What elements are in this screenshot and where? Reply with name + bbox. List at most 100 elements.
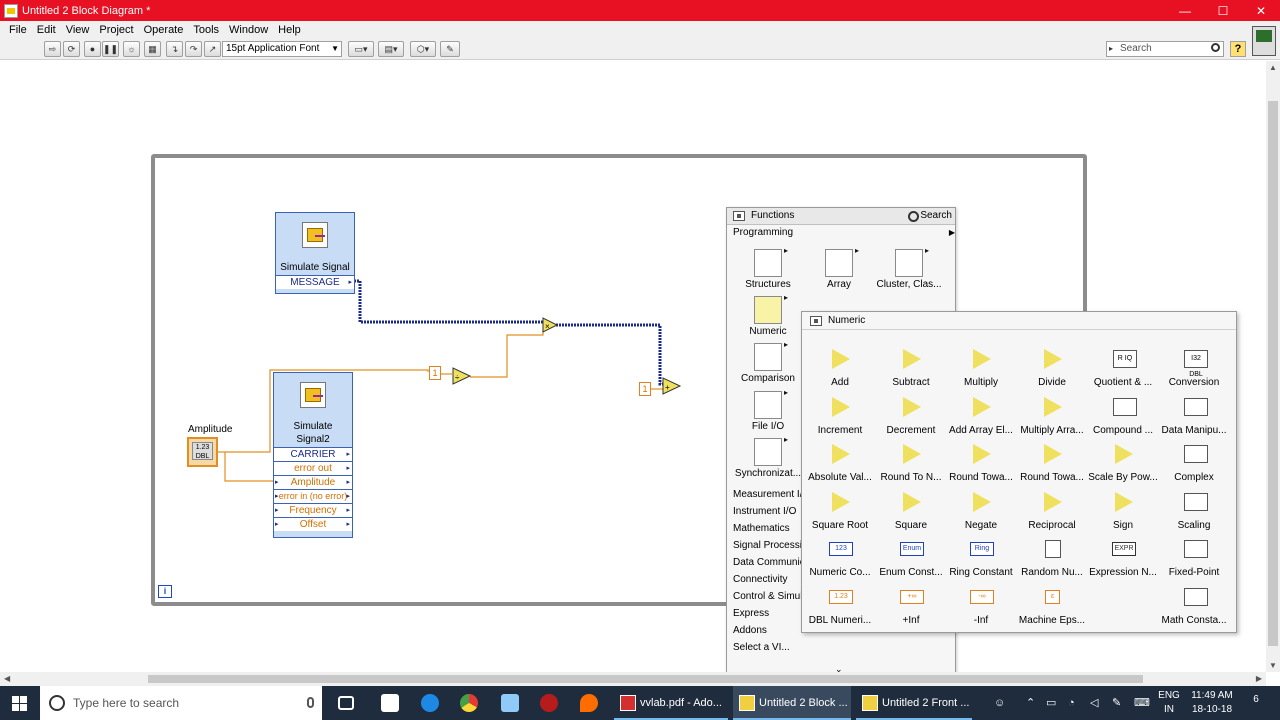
numeric-item-increment[interactable]: Increment xyxy=(804,395,876,436)
loop-iteration-terminal[interactable]: i xyxy=(158,585,172,598)
pin-icon[interactable] xyxy=(733,211,745,221)
numeric-item-quotient[interactable]: R IQ Quotient & ... xyxy=(1087,347,1159,388)
numeric-constant-2[interactable]: 1 xyxy=(639,382,651,396)
edge-icon[interactable] xyxy=(421,694,439,712)
numeric-item-square[interactable]: Square xyxy=(875,490,947,531)
volume-icon[interactable]: ◁ xyxy=(1090,686,1098,720)
numeric-item-multiply[interactable]: Multiply xyxy=(945,347,1017,388)
menu-project[interactable]: Project xyxy=(94,24,138,36)
help-button[interactable]: ? xyxy=(1230,41,1246,57)
battery-icon[interactable]: ▭ xyxy=(1046,686,1056,720)
palette-item-numeric[interactable]: Numeric xyxy=(732,293,804,337)
amplitude-control[interactable]: 1.23 DBL xyxy=(187,437,218,467)
taskbar-search-input[interactable]: Type here to search xyxy=(40,686,322,720)
menu-file[interactable]: File xyxy=(4,24,32,36)
horizontal-scrollbar[interactable]: ◀ ▶ xyxy=(0,672,1266,686)
palette-item-cluster[interactable]: Cluster, Clas... xyxy=(873,246,945,290)
microphone-icon[interactable] xyxy=(307,697,314,708)
run-icon[interactable]: ⇨ xyxy=(44,41,61,57)
carrier-terminal[interactable]: CARRIER xyxy=(274,447,352,461)
frequency-terminal[interactable]: Frequency xyxy=(274,503,352,517)
numeric-item-absolute[interactable]: Absolute Val... xyxy=(804,442,876,483)
calculator-icon[interactable] xyxy=(381,694,399,712)
palette-item-synchronization[interactable]: Synchronizat... xyxy=(732,435,804,479)
pen-icon[interactable]: ✎ xyxy=(1112,686,1121,720)
distribute-objects-icon[interactable]: ▤▾ xyxy=(378,41,404,57)
numeric-constant-1[interactable]: 1 xyxy=(429,366,441,380)
offset-terminal[interactable]: Offset xyxy=(274,517,352,531)
numeric-item-divide[interactable]: Divide xyxy=(1016,347,1088,388)
numeric-item-math-constants[interactable]: Math Consta... xyxy=(1158,585,1230,626)
pause-icon[interactable]: ❚❚ xyxy=(102,41,119,57)
numeric-item-machine-epsilon[interactable]: ε Machine Eps... xyxy=(1016,585,1088,626)
vi-icon[interactable] xyxy=(1252,26,1276,56)
media-player-icon[interactable] xyxy=(540,694,558,712)
simulate-signal-vi[interactable]: Simulate Signal MESSAGE xyxy=(275,212,355,294)
numeric-item-round-nearest[interactable]: Round To N... xyxy=(875,442,947,483)
palette-item-structures[interactable]: Structures xyxy=(732,246,804,290)
action-center-icon[interactable]: 6 xyxy=(1244,694,1268,712)
abort-icon[interactable]: ● xyxy=(84,41,101,57)
step-out-icon[interactable]: ↗ xyxy=(204,41,221,57)
subcategory-select-a-vi[interactable]: Select a VI... xyxy=(733,639,826,656)
amplitude-terminal[interactable]: Amplitude xyxy=(274,475,352,489)
numeric-item-enum-constant[interactable]: Enum Enum Const... xyxy=(875,537,947,578)
pin-icon[interactable] xyxy=(810,316,822,326)
programming-category[interactable]: Programming ▶ xyxy=(733,225,955,241)
show-hidden-icons-icon[interactable]: ⌃ xyxy=(1026,686,1035,720)
clean-up-diagram-icon[interactable]: ✎ xyxy=(440,41,460,57)
message-terminal[interactable]: MESSAGE xyxy=(276,275,354,289)
scroll-left-icon[interactable]: ◀ xyxy=(4,674,10,683)
align-objects-icon[interactable]: ▭▾ xyxy=(348,41,374,57)
palette-item-array[interactable]: Array xyxy=(803,246,875,290)
retain-wire-values-icon[interactable]: ▦ xyxy=(144,41,161,57)
numeric-item-pos-inf[interactable]: +∞ +Inf xyxy=(875,585,947,626)
numeric-item-compound[interactable]: Compound ... xyxy=(1087,395,1159,436)
numeric-item-neg-inf[interactable]: -∞ -Inf xyxy=(945,585,1017,626)
task-vvlab-pdf[interactable]: vvlab.pdf - Ado... xyxy=(614,686,728,720)
numeric-item-conversion[interactable]: I32 DBLConversion xyxy=(1158,347,1230,388)
numeric-item-random-number[interactable]: Random Nu... xyxy=(1016,537,1088,578)
scroll-down-icon[interactable]: ▼ xyxy=(1269,661,1277,670)
task-view-icon[interactable] xyxy=(338,696,354,710)
vertical-scrollbar[interactable]: ▲ ▼ xyxy=(1266,61,1280,672)
numeric-item-square-root[interactable]: Square Root xyxy=(804,490,876,531)
menu-operate[interactable]: Operate xyxy=(139,24,189,36)
numeric-item-dbl-constant[interactable]: 1.23 DBL Numeri... xyxy=(804,585,876,626)
palette-search-button[interactable]: Search xyxy=(906,209,952,223)
numeric-item-expression-node[interactable]: EXPR Expression N... xyxy=(1087,537,1159,578)
paint-icon[interactable] xyxy=(580,694,598,712)
highlight-execution-icon[interactable]: ☼ xyxy=(123,41,140,57)
menu-tools[interactable]: Tools xyxy=(188,24,224,36)
input-language[interactable]: ENG IN xyxy=(1157,689,1181,717)
search-input[interactable]: ▸ Search xyxy=(1106,41,1224,57)
reorder-icon[interactable]: ⬡▾ xyxy=(410,41,436,57)
numeric-item-decrement[interactable]: Decrement xyxy=(875,395,947,436)
numeric-item-scaling[interactable]: Scaling xyxy=(1158,490,1230,531)
menu-view[interactable]: View xyxy=(61,24,95,36)
keyboard-icon[interactable]: ⌨ xyxy=(1134,686,1150,720)
numeric-item-multiply-array[interactable]: Multiply Arra... xyxy=(1016,395,1088,436)
numeric-item-add-array[interactable]: Add Array El... xyxy=(945,395,1017,436)
minimize-button[interactable]: — xyxy=(1166,0,1204,21)
numeric-item-add[interactable]: Add xyxy=(804,347,876,388)
task-block-diagram[interactable]: Untitled 2 Block ... xyxy=(733,686,851,720)
network-icon[interactable]: ◔ xyxy=(1068,686,1075,720)
people-icon[interactable]: ☺ xyxy=(994,686,1005,720)
numeric-item-data-manipulation[interactable]: Data Manipu... xyxy=(1158,395,1230,436)
numeric-item-ring-constant[interactable]: Ring Ring Constant xyxy=(945,537,1017,578)
run-continuously-icon[interactable]: ⟳ xyxy=(63,41,80,57)
step-into-icon[interactable]: ↴ xyxy=(166,41,183,57)
error-in-terminal[interactable]: error in (no error) xyxy=(274,489,352,503)
numeric-item-complex[interactable]: Complex xyxy=(1158,442,1230,483)
menu-window[interactable]: Window xyxy=(224,24,273,36)
numeric-item-negate[interactable]: Negate xyxy=(945,490,1017,531)
vertical-scroll-thumb[interactable] xyxy=(1268,101,1278,646)
chrome-icon[interactable] xyxy=(460,694,478,712)
simulate-signal2-vi[interactable]: Simulate Signal2 CARRIER error out Ampli… xyxy=(273,372,353,538)
maximize-button[interactable]: ☐ xyxy=(1204,0,1242,21)
file-explorer-icon[interactable] xyxy=(501,694,519,712)
numeric-item-scale-by-power[interactable]: Scale By Pow... xyxy=(1087,442,1159,483)
numeric-item-fixed-point[interactable]: Fixed-Point xyxy=(1158,537,1230,578)
numeric-item-round-pos-inf[interactable]: Round Towa... xyxy=(1016,442,1088,483)
